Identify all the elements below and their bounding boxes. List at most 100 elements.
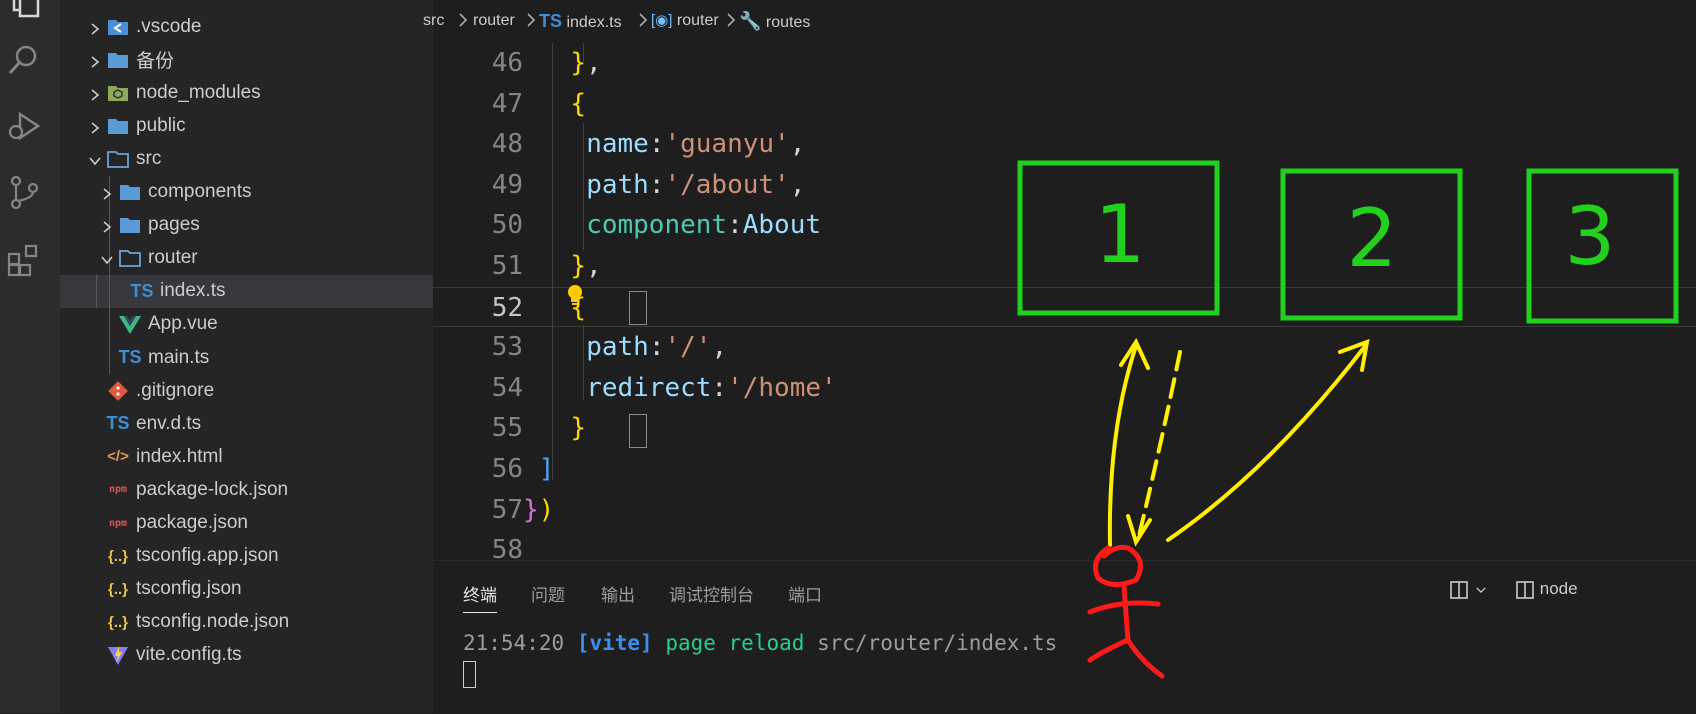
panel-tab[interactable]: 端口 [788, 581, 822, 606]
code-line[interactable]: 57}) [433, 490, 1696, 530]
code-line[interactable]: 49 path:'/about', [433, 165, 1696, 205]
file-tree-item-label: tsconfig.node.json [136, 611, 290, 633]
explorer-icon[interactable] [6, 0, 42, 22]
file-tree-item[interactable]: src [60, 142, 433, 175]
terminal-instance[interactable]: node [1515, 579, 1578, 600]
line-number: 46 [491, 48, 523, 78]
line-number: 49 [491, 169, 523, 200]
file-tree-item-label: vite.config.ts [136, 644, 242, 666]
file-tree-item-label: src [136, 147, 162, 169]
terminal-cursor[interactable] [463, 661, 476, 688]
code-text: path:'/', [586, 332, 728, 363]
breadcrumb-file[interactable]: TS index.ts [539, 8, 622, 34]
terminal-message: page reload [665, 631, 805, 655]
terminal-layout-icon [1515, 579, 1535, 599]
code-text: name:'guanyu', [586, 129, 806, 160]
file-tree-item[interactable]: 备份 [60, 43, 433, 76]
chevron-right-icon [725, 10, 737, 30]
line-number: 51 [491, 251, 523, 281]
panel-tab[interactable]: 输出 [601, 581, 635, 606]
file-tree-item[interactable]: node_modules [60, 76, 433, 109]
split-terminal-icon[interactable] [1449, 579, 1488, 600]
source-control-icon[interactable] [6, 174, 42, 210]
code-line[interactable]: 53 path:'/', [433, 327, 1696, 367]
file-tree-item[interactable]: npm package.json [60, 507, 433, 540]
file-tree-item-label: env.d.ts [136, 412, 202, 434]
file-tree-item[interactable]: components [60, 175, 433, 209]
file-tree-item[interactable]: .vscode [60, 10, 433, 43]
code-line[interactable]: 51}, [433, 246, 1696, 286]
chevron-right-icon[interactable] [88, 53, 102, 68]
chevron-down-icon[interactable] [88, 152, 102, 166]
code-line[interactable]: 56] [433, 449, 1696, 489]
file-tree-item[interactable]: .gitignore [60, 374, 433, 407]
panel-tab[interactable]: 终端 [463, 581, 497, 613]
file-tree-item-label: .vscode [136, 15, 202, 37]
indent-guide [109, 274, 110, 308]
chevron-right-icon[interactable] [88, 20, 102, 35]
file-tree-item-label: components [148, 181, 252, 202]
code-text: }) [523, 494, 555, 525]
chevron-right-icon [637, 10, 649, 30]
vscode-folder-icon [106, 15, 130, 39]
panel-tab[interactable]: 问题 [531, 581, 565, 606]
file-tree-item[interactable]: App.vue [60, 307, 433, 341]
code-line[interactable]: 48 name:'guanyu', [433, 124, 1696, 164]
file-tree-item-label: tsconfig.app.json [136, 545, 279, 567]
chevron-right-icon[interactable] [88, 119, 102, 134]
file-tree-item-label: package-lock.json [136, 478, 289, 500]
file-tree-item-label: router [148, 247, 198, 269]
breadcrumb-symbol-router[interactable]: [◉] router [651, 8, 719, 34]
chevron-right-icon[interactable] [100, 218, 114, 233]
code-editor[interactable]: src router TS index.ts [◉] router 🔧 routes 4… [423, 0, 1696, 565]
file-tree-item[interactable]: npm package-lock.json [60, 473, 433, 506]
code-line[interactable]: 47 { [433, 84, 1696, 124]
folder-icon [118, 180, 142, 204]
file-tree-item[interactable]: router [60, 241, 433, 275]
chevron-right-icon[interactable] [100, 185, 114, 200]
indent-guide [109, 341, 110, 374]
typescript-icon: TS [130, 280, 154, 301]
json-braces-icon: {..} [107, 547, 128, 565]
html-code-icon: </> [107, 448, 129, 466]
folder-icon [118, 213, 142, 237]
indent-guide [96, 274, 97, 308]
file-tree-item[interactable]: {..} tsconfig.node.json [60, 606, 433, 639]
bracket-match-highlight [629, 291, 647, 325]
file-tree-item[interactable]: </> index.html [60, 440, 433, 473]
code-line[interactable]: 52{ [433, 286, 1696, 327]
chevron-right-icon[interactable] [88, 86, 102, 101]
vue-icon [118, 312, 142, 336]
lightbulb-icon[interactable] [564, 283, 586, 307]
line-number: 56 [491, 454, 523, 484]
file-tree-item[interactable]: vite.config.ts [60, 639, 433, 672]
code-line[interactable]: 50 component:About [433, 205, 1696, 245]
file-tree-item[interactable]: {..} tsconfig.json [60, 573, 433, 606]
code-line[interactable]: 55} [433, 408, 1696, 448]
chevron-down-icon[interactable] [100, 251, 114, 265]
folder-open-icon [118, 246, 142, 270]
extensions-icon[interactable] [6, 242, 42, 278]
indent-guide [109, 307, 110, 341]
file-tree-item[interactable]: TS index.ts [60, 274, 433, 308]
breadcrumb-symbol-routes[interactable]: 🔧 routes [739, 8, 810, 34]
code-line[interactable]: 46}, [433, 43, 1696, 83]
panel-tab[interactable]: 调试控制台 [669, 581, 754, 606]
json-braces-icon: {..} [107, 613, 128, 631]
node-modules-folder-icon [106, 81, 130, 105]
file-tree-item[interactable]: {..} tsconfig.app.json [60, 540, 433, 573]
search-icon[interactable] [6, 42, 42, 78]
indent-guide [583, 43, 584, 62]
npm-icon: npm [108, 484, 128, 496]
file-tree-item[interactable]: public [60, 109, 433, 142]
bottom-panel: 终端 问题 输出 调试控制台 端口 node 21:54:20 [vite] page … [433, 560, 1696, 714]
breadcrumb-router-folder[interactable]: router [473, 8, 515, 34]
breadcrumb-src[interactable]: src [423, 8, 444, 34]
file-tree-item-label: node_modules [136, 81, 261, 103]
file-tree-item[interactable]: TS env.d.ts [60, 407, 433, 440]
run-debug-icon[interactable] [6, 108, 42, 144]
file-tree-item[interactable]: TS main.ts [60, 341, 433, 374]
file-tree-item-label: package.json [136, 512, 248, 533]
file-tree-item[interactable]: pages [60, 208, 433, 242]
code-line[interactable]: 54 redirect:'/home' [433, 368, 1696, 408]
